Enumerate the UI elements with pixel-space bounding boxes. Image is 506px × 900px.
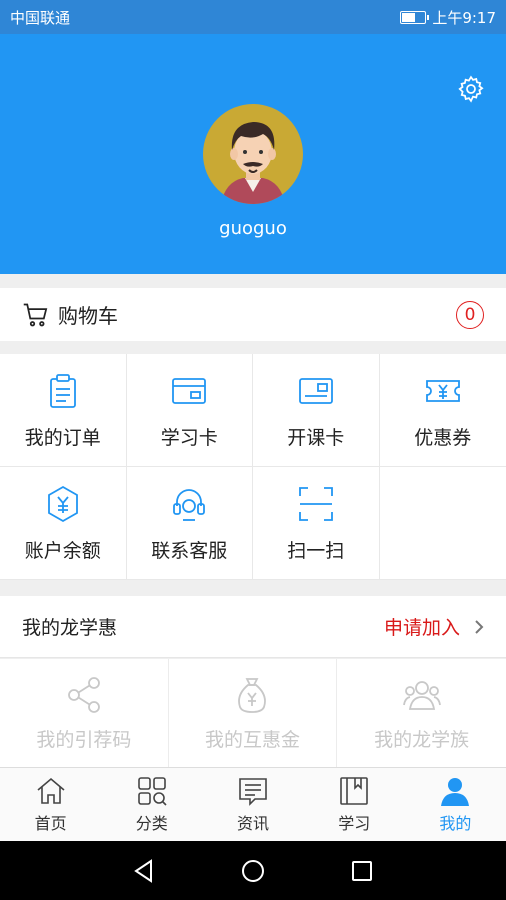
group-icon [402, 680, 441, 710]
cart-count-badge: 0 [456, 300, 484, 329]
id-card-icon [298, 377, 333, 404]
tab-study-label: 学习 [338, 814, 371, 833]
tab-category-label: 分类 [135, 814, 168, 833]
coupon-item[interactable]: 优惠券 [379, 354, 506, 467]
tab-mine-label: 我的 [439, 814, 472, 833]
tab-home-label: 首页 [34, 814, 67, 833]
scan-label: 扫一扫 [287, 539, 345, 562]
coupon-icon [425, 379, 460, 402]
home-circle-icon[interactable] [240, 858, 266, 884]
avatar[interactable] [203, 104, 303, 204]
clock: 上午9:17 [432, 8, 496, 27]
news-icon [239, 778, 267, 806]
tab-study[interactable]: 学习 [304, 768, 405, 841]
tab-category[interactable]: 分类 [101, 768, 202, 841]
study-card-item[interactable]: 学习卡 [126, 354, 253, 467]
customer-service-item[interactable]: 联系客服 [126, 467, 253, 580]
tab-mine[interactable]: 我的 [405, 768, 506, 841]
headset-icon [173, 488, 206, 521]
battery-icon [400, 10, 430, 24]
recent-apps-icon[interactable] [349, 858, 375, 884]
category-icon [137, 777, 167, 806]
balance-icon [47, 485, 78, 522]
my-orders-label: 我的订单 [24, 426, 101, 449]
scan-icon [298, 486, 333, 521]
empty-grid-cell [379, 467, 506, 580]
card-icon [172, 377, 207, 404]
profile-header: guoguo [0, 34, 506, 274]
long-xue-group-item[interactable]: 我的龙学族 [337, 659, 506, 767]
study-card-label: 学习卡 [160, 426, 218, 449]
home-icon [37, 777, 65, 804]
my-orders-item[interactable]: 我的订单 [0, 354, 127, 467]
tab-news[interactable]: 资讯 [202, 768, 303, 841]
account-balance-item[interactable]: 账户余额 [0, 467, 127, 580]
apply-join-link[interactable]: 申请加入 [384, 613, 460, 640]
long-xue-hui-title: 我的龙学惠 [22, 617, 118, 639]
bottom-tab-bar: 首页 分类 资讯 学习 我的 [0, 767, 506, 841]
long-xue-hui-grid: 我的引荐码 我的互惠金 我的龙学族 [0, 659, 506, 767]
share-icon [67, 676, 100, 713]
mutual-fund-label: 我的互惠金 [204, 728, 300, 751]
account-balance-label: 账户余额 [24, 539, 101, 562]
referral-code-label: 我的引荐码 [36, 728, 132, 751]
status-bar: 中国联通 上午9:17 [0, 0, 506, 34]
long-xue-hui-row[interactable]: 我的龙学惠 申请加入 [0, 596, 506, 658]
chevron-right-icon [475, 619, 484, 634]
scan-item[interactable]: 扫一扫 [253, 467, 380, 580]
referral-code-item[interactable]: 我的引荐码 [0, 659, 169, 767]
cart-label: 购物车 [58, 304, 118, 328]
shopping-cart-row[interactable]: 购物车 0 [0, 288, 506, 341]
system-navigation-bar [0, 841, 506, 900]
clipboard-icon [49, 373, 76, 408]
carrier-name: 中国联通 [10, 8, 71, 27]
course-card-label: 开课卡 [287, 426, 345, 449]
tab-home[interactable]: 首页 [0, 768, 101, 841]
tab-news-label: 资讯 [237, 814, 270, 833]
back-icon[interactable] [131, 858, 157, 884]
long-xue-group-label: 我的龙学族 [374, 728, 470, 751]
book-icon [340, 777, 369, 805]
mutual-fund-item[interactable]: 我的互惠金 [169, 659, 338, 767]
coupon-label: 优惠券 [414, 426, 472, 449]
function-grid: 我的订单 学习卡 开课卡 优惠券 账户余额 联系客服 扫一扫 [0, 354, 506, 580]
settings-gear-icon[interactable] [456, 74, 486, 104]
user-icon [441, 778, 470, 806]
money-bag-icon [238, 677, 267, 713]
cart-icon [23, 303, 48, 326]
course-card-item[interactable]: 开课卡 [253, 354, 380, 467]
username: guoguo [219, 218, 287, 239]
customer-service-label: 联系客服 [151, 539, 228, 562]
